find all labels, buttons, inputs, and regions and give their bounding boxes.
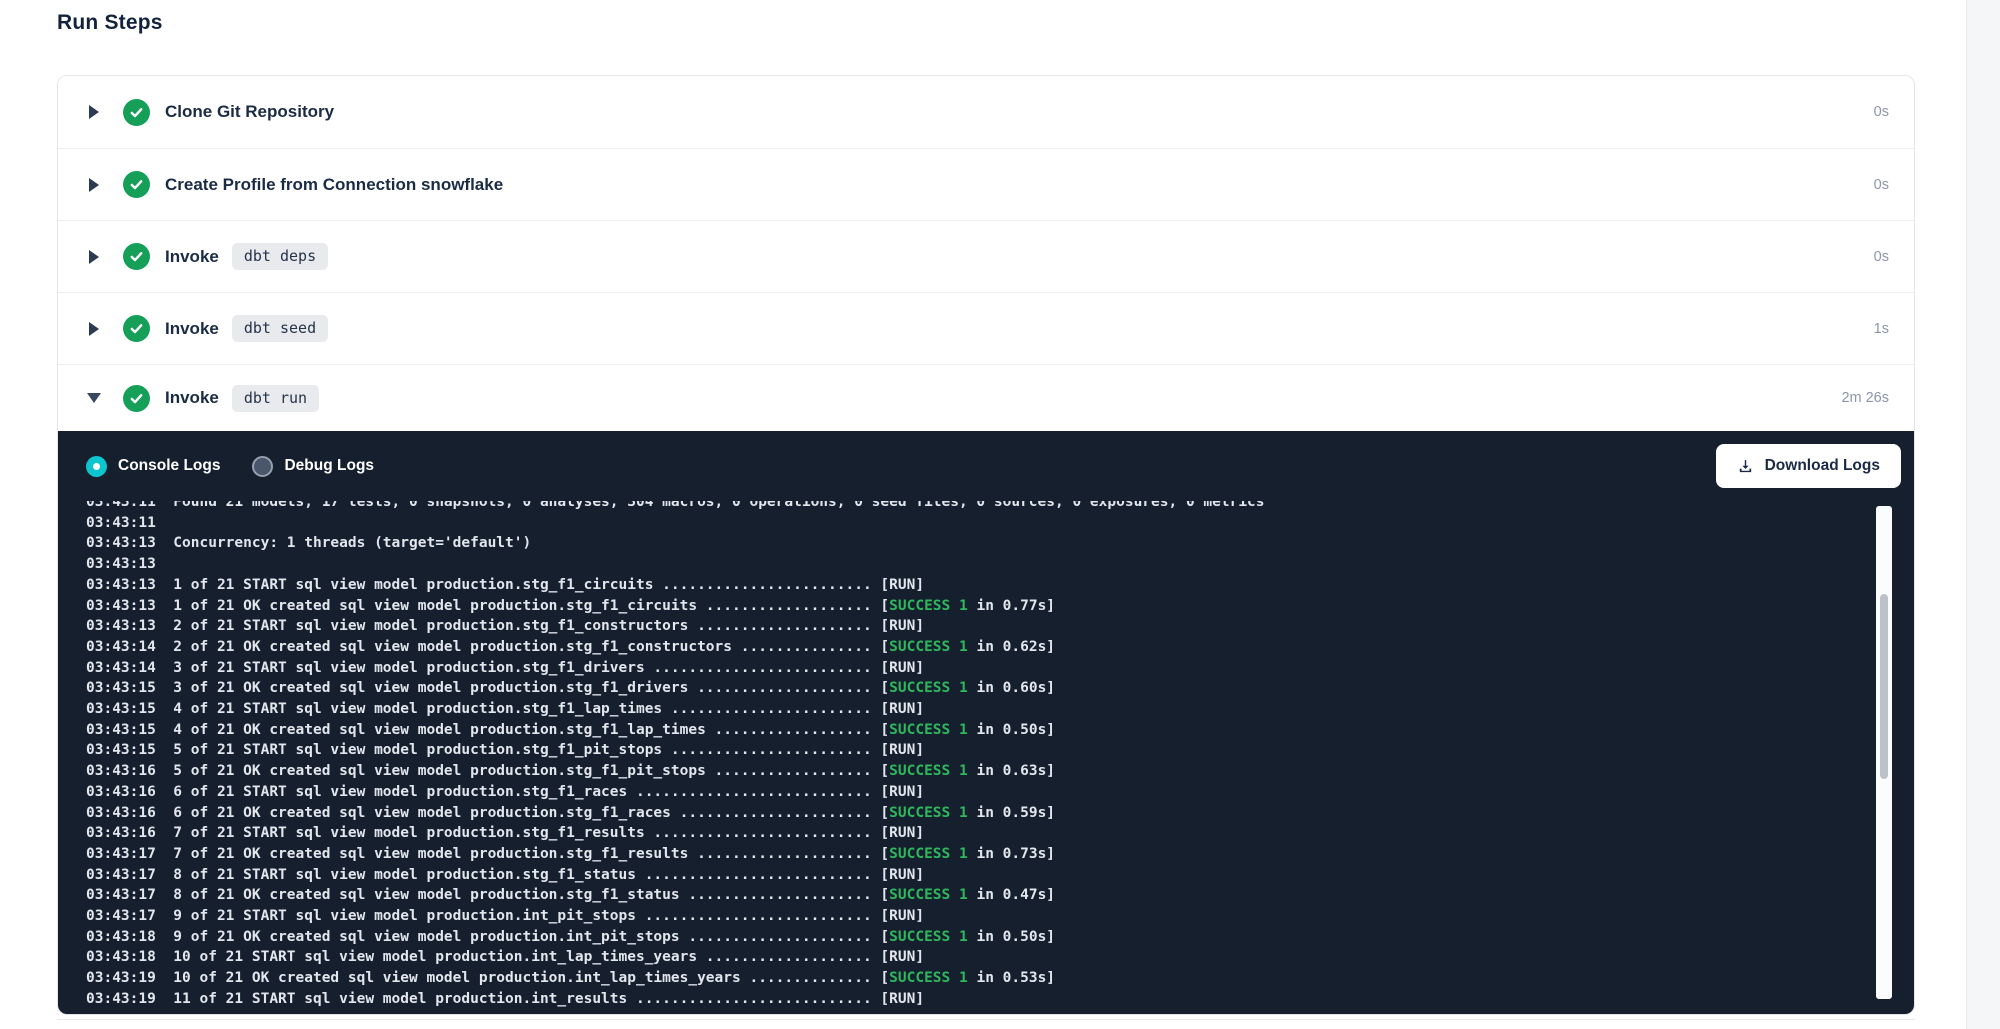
success-check-icon (123, 243, 150, 270)
log-line: 03:43:15 4 of 21 OK created sql view mod… (86, 720, 1864, 741)
success-check-icon (123, 99, 150, 126)
step-label: Invoke (165, 388, 219, 408)
log-line: 03:43:19 10 of 21 OK created sql view mo… (86, 968, 1864, 989)
page: Run Steps Clone Git Repository 0s Create… (0, 0, 2000, 1029)
log-line: 03:43:15 5 of 21 START sql view model pr… (86, 740, 1864, 761)
log-line: 03:43:18 9 of 21 OK created sql view mod… (86, 927, 1864, 948)
log-line: 03:43:17 8 of 21 START sql view model pr… (86, 865, 1864, 886)
download-logs-button[interactable]: Download Logs (1716, 444, 1901, 488)
step-row-create-profile[interactable]: Create Profile from Connection snowflake… (58, 148, 1914, 220)
step-duration: 2m 26s (1841, 390, 1889, 406)
success-check-icon (123, 315, 150, 342)
download-logs-label: Download Logs (1765, 457, 1880, 475)
log-scrollbar[interactable] (1876, 506, 1892, 999)
log-line: 03:43:13 2 of 21 START sql view model pr… (86, 616, 1864, 637)
log-line: 03:43:19 11 of 21 START sql view model p… (86, 989, 1864, 1010)
chevron-right-icon[interactable] (87, 250, 101, 264)
log-line: 03:43:11 (86, 513, 1864, 534)
step-duration: 0s (1874, 104, 1889, 120)
chevron-right-icon[interactable] (87, 105, 101, 119)
log-line: 03:43:13 1 of 21 OK created sql view mod… (86, 596, 1864, 617)
page-title: Run Steps (57, 11, 163, 35)
log-panel-header: Console Logs Debug Logs Download Logs (58, 431, 1914, 501)
log-line: 03:43:13 1 of 21 START sql view model pr… (86, 575, 1864, 596)
step-command-badge: dbt run (232, 385, 319, 412)
log-line: 03:43:17 7 of 21 OK created sql view mod… (86, 844, 1864, 865)
log-line: 03:43:14 3 of 21 START sql view model pr… (86, 658, 1864, 679)
chevron-right-icon[interactable] (87, 322, 101, 336)
log-lines: 03:43:11 Found 21 models, 17 tests, 0 sn… (58, 501, 1864, 1014)
step-label: Create Profile from Connection snowflake (165, 175, 503, 195)
log-line: 03:43:11 Found 21 models, 17 tests, 0 sn… (86, 501, 1864, 513)
radio-selected-icon[interactable] (86, 456, 107, 477)
radio-unselected-icon[interactable] (252, 456, 273, 477)
log-line: 03:43:18 10 of 21 START sql view model p… (86, 947, 1864, 968)
debug-logs-radio[interactable]: Debug Logs (252, 456, 374, 477)
step-command-badge: dbt deps (232, 243, 328, 270)
console-logs-radio[interactable]: Console Logs (86, 456, 220, 477)
step-row-invoke-dbt-deps[interactable]: Invoke dbt deps 0s (58, 220, 1914, 292)
chevron-down-icon[interactable] (87, 393, 101, 403)
log-line: 03:43:13 (86, 554, 1864, 575)
step-command-badge: dbt seed (232, 315, 328, 342)
step-label: Invoke (165, 319, 219, 339)
debug-logs-label[interactable]: Debug Logs (284, 457, 374, 475)
run-steps-card: Clone Git Repository 0s Create Profile f… (57, 75, 1915, 1015)
log-line: 03:43:16 7 of 21 START sql view model pr… (86, 823, 1864, 844)
log-line: 03:43:15 4 of 21 START sql view model pr… (86, 699, 1864, 720)
console-logs-label[interactable]: Console Logs (118, 457, 220, 475)
step-duration: 1s (1874, 321, 1889, 337)
step-duration: 0s (1874, 249, 1889, 265)
log-line: 03:43:17 9 of 21 START sql view model pr… (86, 906, 1864, 927)
download-icon (1737, 458, 1754, 475)
log-line: 03:43:16 6 of 21 START sql view model pr… (86, 782, 1864, 803)
success-check-icon (123, 171, 150, 198)
page-right-gutter (1966, 0, 2000, 1029)
log-line: 03:43:17 8 of 21 OK created sql view mod… (86, 885, 1864, 906)
success-check-icon (123, 385, 150, 412)
step-row-invoke-dbt-run[interactable]: Invoke dbt run 2m 26s (58, 364, 1914, 431)
log-panel: Console Logs Debug Logs Download Logs 03… (58, 431, 1914, 1014)
next-section-divider (57, 1019, 1915, 1020)
log-line: 03:43:15 3 of 21 OK created sql view mod… (86, 678, 1864, 699)
step-row-clone-git-repository[interactable]: Clone Git Repository 0s (58, 76, 1914, 148)
log-line: 03:43:14 2 of 21 OK created sql view mod… (86, 637, 1864, 658)
step-label: Invoke (165, 247, 219, 267)
log-line: 03:43:16 5 of 21 OK created sql view mod… (86, 761, 1864, 782)
log-scrollbar-thumb[interactable] (1880, 594, 1888, 779)
log-line: 03:43:16 6 of 21 OK created sql view mod… (86, 803, 1864, 824)
log-line: 03:43:13 Concurrency: 1 threads (target=… (86, 533, 1864, 554)
step-duration: 0s (1874, 177, 1889, 193)
step-label: Clone Git Repository (165, 102, 334, 122)
step-row-invoke-dbt-seed[interactable]: Invoke dbt seed 1s (58, 292, 1914, 364)
chevron-right-icon[interactable] (87, 178, 101, 192)
